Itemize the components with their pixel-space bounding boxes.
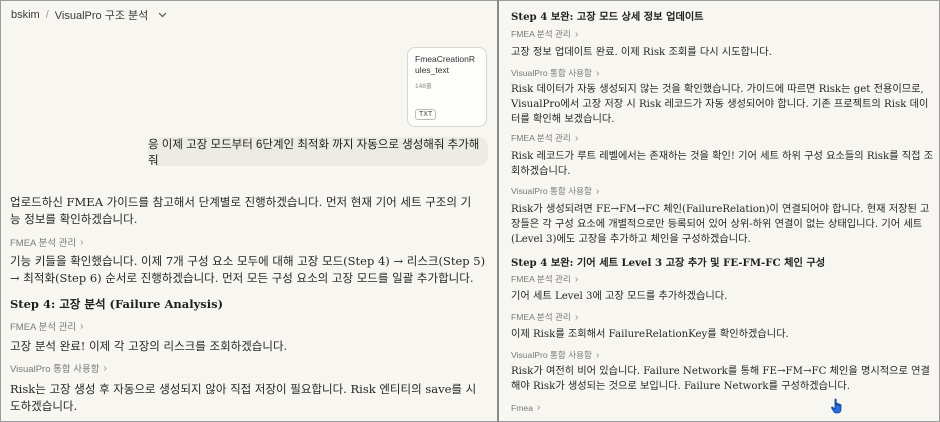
attachment-type-badge: TXT	[415, 109, 437, 120]
section-heading: Step 4 보완: 고장 모드 상세 정보 업데이트	[511, 11, 704, 23]
tool-call-label: FMEA 분석 관리	[10, 322, 77, 333]
chevron-right-icon: ›	[103, 362, 107, 374]
assistant-text: 이제 Risk를 조회해서 FailureRelationKey를 확인하겠습니…	[511, 329, 789, 340]
tool-call-label: FMEA 분석 관리	[511, 133, 571, 143]
breadcrumb: bskim / VisualPro 구조 분석	[11, 7, 167, 23]
section-heading: Step 4: 고장 분석 (Failure Analysis)	[10, 297, 224, 311]
assistant-text: Risk 데이터가 자동 생성되지 않는 것을 확인했습니다. 가이드에 따르면…	[511, 84, 929, 125]
chevron-down-icon[interactable]	[158, 10, 167, 20]
tool-call-link[interactable]: FMEA 분석 관리 ›	[511, 28, 578, 40]
hand-pointer-icon	[831, 398, 842, 414]
chevron-right-icon: ›	[574, 273, 579, 285]
chevron-right-icon: ›	[536, 402, 541, 413]
assistant-text: 고장 정보 업데이트 완료. 이제 Risk 조회를 다시 시도합니다.	[511, 47, 772, 58]
chevron-right-icon: ›	[574, 311, 579, 323]
section-heading: Step 4 보완: 기어 세트 Level 3 고장 추가 및 FE-FM-F…	[511, 257, 826, 269]
tool-call-label: VisualPro 통합 사용함	[511, 186, 592, 196]
tool-call-label: Fmea	[511, 402, 533, 413]
chevron-right-icon: ›	[80, 236, 84, 248]
tool-call-link[interactable]: FMEA 분석 관리 ›	[10, 235, 84, 250]
attachment-filename: FmeaCreationRules_text	[415, 54, 475, 75]
user-message-text: 응 이제 고장 모드부터 6단계인 최적화 까지 자동으로 생성해줘 추가해 줘	[148, 138, 480, 167]
user-message: 응 이제 고장 모드부터 6단계인 최적화 까지 자동으로 생성해줘 추가해 줘	[148, 137, 488, 167]
assistant-text: 고장 분석 완료! 이제 각 고장의 리스크를 조회하겠습니다.	[10, 339, 288, 353]
chevron-right-icon: ›	[595, 67, 600, 79]
assistant-text: Risk가 생성되려면 FE→FM→FC 체인(FailureRelation)…	[511, 204, 930, 245]
chevron-right-icon: ›	[80, 320, 84, 332]
left-chat-pane: bskim / VisualPro 구조 분석 FmeaCreationRule…	[1, 1, 497, 421]
assistant-text: 기어 세트 Level 3에 고장 모드를 추가하겠습니다.	[511, 291, 728, 302]
tool-call-label: FMEA 분석 관리	[511, 29, 571, 39]
attachment-card[interactable]: FmeaCreationRules_text 148줄 TXT	[407, 47, 487, 127]
tool-call-link[interactable]: FMEA 분석 관리 ›	[511, 311, 578, 323]
chevron-right-icon: ›	[595, 185, 600, 197]
tool-call-label: VisualPro 통합 사용함	[511, 68, 592, 78]
assistant-text: Risk는 고장 생성 후 자동으로 생성되지 않아 직접 저장이 필요합니다.…	[10, 382, 477, 413]
tool-call-link[interactable]: FMEA 분석 관리 ›	[10, 319, 84, 334]
chevron-right-icon: ›	[595, 349, 600, 361]
tool-call-label: FMEA 분석 관리	[511, 312, 571, 322]
tool-call-link[interactable]: FMEA 분석 관리 ›	[511, 273, 578, 285]
tool-call-label: FMEA 분석 관리	[10, 238, 77, 249]
tool-call-link[interactable]: VisualPro 통합 사용함 ›	[511, 67, 599, 79]
assistant-text: 기능 키들을 확인했습니다. 이제 7개 구성 요소 모두에 대해 고장 모드(…	[10, 254, 486, 285]
assistant-text: Risk가 여전히 비어 있습니다. Failure Network를 통해 F…	[511, 366, 930, 392]
tool-call-link[interactable]: VisualPro 통합 사용함 ›	[511, 185, 599, 197]
chevron-right-icon: ›	[574, 132, 579, 144]
tool-call-link[interactable]: Fmea ›	[511, 402, 540, 413]
tool-call-link[interactable]: FMEA 분석 관리 ›	[511, 132, 578, 144]
tool-call-link[interactable]: VisualPro 통합 사용함 ›	[10, 361, 107, 376]
tool-call-link[interactable]: VisualPro 통합 사용함 ›	[511, 349, 599, 361]
tool-call-label: VisualPro 통합 사용함	[10, 364, 100, 375]
chevron-right-icon: ›	[574, 28, 579, 40]
breadcrumb-user[interactable]: bskim	[11, 9, 40, 21]
assistant-text: Risk 레코드가 루트 레벨에서는 존재하는 것을 확인! 기어 세트 하위 …	[511, 151, 934, 177]
right-chat-pane: Step 4 보완: 고장 모드 상세 정보 업데이트 FMEA 분석 관리 ›…	[499, 1, 939, 421]
breadcrumb-separator: /	[45, 9, 49, 21]
tool-call-label: VisualPro 통합 사용함	[511, 350, 592, 360]
breadcrumb-project[interactable]: VisualPro 구조 분석	[55, 7, 148, 23]
assistant-text: 업로드하신 FMEA 가이드를 참고해서 단계별로 진행하겠습니다. 먼저 현재…	[10, 195, 472, 226]
attachment-line-count: 148줄	[415, 83, 432, 90]
tool-call-label: FMEA 분석 관리	[511, 274, 571, 284]
